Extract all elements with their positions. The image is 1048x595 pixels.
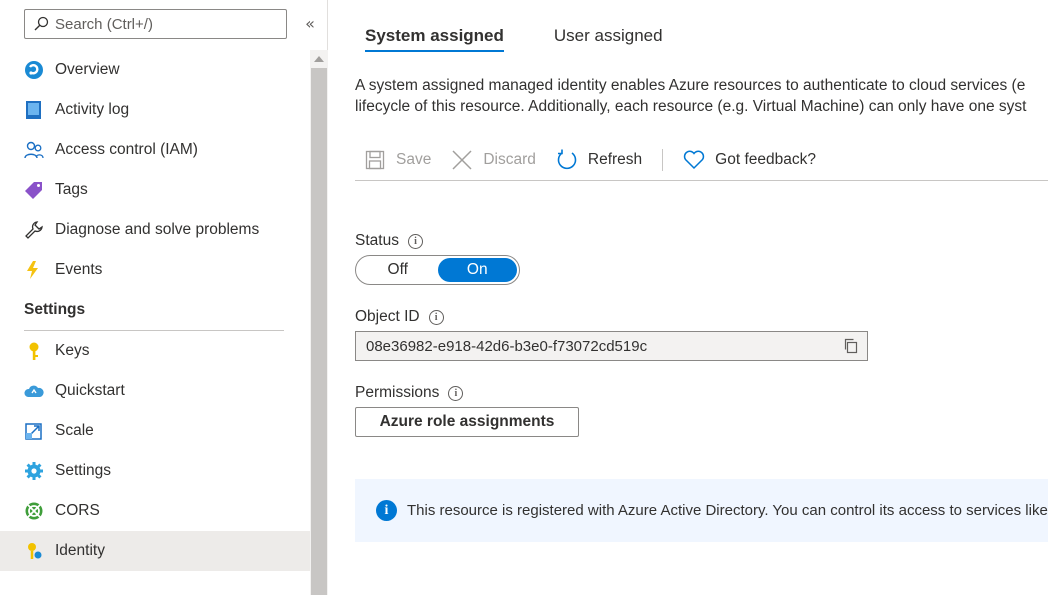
lightning-icon [24,260,44,280]
gear-icon [24,461,44,481]
scale-icon [24,421,44,441]
scrollbar-thumb[interactable] [311,68,327,595]
feedback-label: Got feedback? [715,151,816,168]
info-icon: i [376,500,397,521]
sidebar-item-label: Diagnose and solve problems [55,221,260,238]
sidebar-item-label: Activity log [55,101,130,118]
settings-section-header: Settings [24,301,86,318]
sidebar-item-events[interactable]: Events [0,250,310,290]
sidebar-item-label: Identity [55,542,105,559]
info-banner: i This resource is registered with Azure… [355,479,1048,542]
tag-icon [24,180,44,200]
sidebar-item-cors[interactable]: CORS [0,491,310,531]
status-label-row: Status i [355,232,423,250]
sidebar-item-label: CORS [55,502,100,519]
save-icon [364,149,386,171]
tab-user-assigned[interactable]: User assigned [544,24,673,52]
collapse-sidebar-button[interactable]: « [300,14,320,34]
status-label: Status [355,232,399,249]
refresh-label: Refresh [587,151,643,168]
sidebar-item-label: Events [55,261,103,278]
sidebar-item-access-control[interactable]: Access control (IAM) [0,130,310,170]
iam-icon [24,140,44,160]
identity-icon [24,541,44,561]
status-on-option[interactable]: On [437,258,517,282]
activity-log-icon [24,100,44,120]
heart-icon [683,149,705,171]
permissions-label: Permissions [355,384,440,401]
scroll-up-arrow-icon[interactable] [314,56,324,62]
object-id-field[interactable]: 08e36982-e918-42d6-b3e0-f73072cd519c [355,331,868,361]
sidebar-item-scale[interactable]: Scale [0,411,310,451]
sidebar-item-label: Settings [55,462,112,479]
sidebar-item-settings[interactable]: Settings [0,451,310,491]
status-off-option[interactable]: Off [358,258,438,282]
sidebar-item-keys[interactable]: Keys [0,331,310,371]
sidebar-item-label: Quickstart [55,382,125,399]
object-id-info-icon[interactable]: i [428,309,444,325]
identity-tabs: System assigned User assigned [355,24,703,52]
status-toggle[interactable]: Off On [355,255,520,285]
cors-icon [24,501,44,521]
object-id-value: 08e36982-e918-42d6-b3e0-f73072cd519c [366,337,648,355]
sidebar: « Overview Activity log Access control (… [0,0,328,595]
info-banner-text: This resource is registered with Azure A… [407,502,1048,519]
object-id-label: Object ID [355,308,420,325]
tab-system-assigned[interactable]: System assigned [355,24,514,52]
sidebar-item-diagnose[interactable]: Diagnose and solve problems [0,210,310,250]
sidebar-item-tags[interactable]: Tags [0,170,310,210]
save-label: Save [396,151,432,168]
key-icon [24,341,44,361]
copy-icon[interactable] [843,338,859,354]
feedback-button[interactable]: Got feedback? [673,149,816,171]
refresh-button[interactable]: Refresh [556,149,642,171]
permissions-label-row: Permissions i [355,384,464,402]
close-icon [451,149,473,171]
sidebar-nav: Overview Activity log Access control (IA… [0,50,310,571]
sidebar-item-label: Scale [55,422,94,439]
cloud-icon [24,381,44,401]
sidebar-item-identity[interactable]: Identity [0,531,310,571]
object-id-label-row: Object ID i [355,308,444,326]
description-line-2: lifecycle of this resource. Additionally… [355,98,1027,115]
search-input[interactable] [55,15,275,33]
discard-label: Discard [483,151,536,168]
description-line-1: A system assigned managed identity enabl… [355,77,1026,94]
search-box[interactable] [24,9,287,39]
sidebar-item-label: Access control (IAM) [55,141,198,158]
command-bar: Save Discard Refresh Got feedback? [355,140,1048,181]
sidebar-item-activity-log[interactable]: Activity log [0,90,310,130]
status-info-icon[interactable]: i [407,233,423,249]
save-button[interactable]: Save [355,149,431,171]
search-icon [34,16,49,31]
sidebar-item-label: Tags [55,181,88,198]
sidebar-item-overview[interactable]: Overview [0,50,310,90]
sidebar-item-quickstart[interactable]: Quickstart [0,371,310,411]
main-content: System assigned User assigned A system a… [355,0,1048,595]
wrench-icon [24,220,44,240]
sidebar-item-label: Keys [55,342,90,359]
sidebar-item-label: Overview [55,61,120,78]
toolbar-separator [662,149,664,171]
azure-role-assignments-button[interactable]: Azure role assignments [355,407,579,437]
sidebar-scrollbar[interactable] [310,50,328,595]
permissions-info-icon[interactable]: i [448,385,464,401]
description: A system assigned managed identity enabl… [355,75,1048,117]
discard-button[interactable]: Discard [451,149,536,171]
overview-icon [24,60,44,80]
refresh-icon [556,149,578,171]
